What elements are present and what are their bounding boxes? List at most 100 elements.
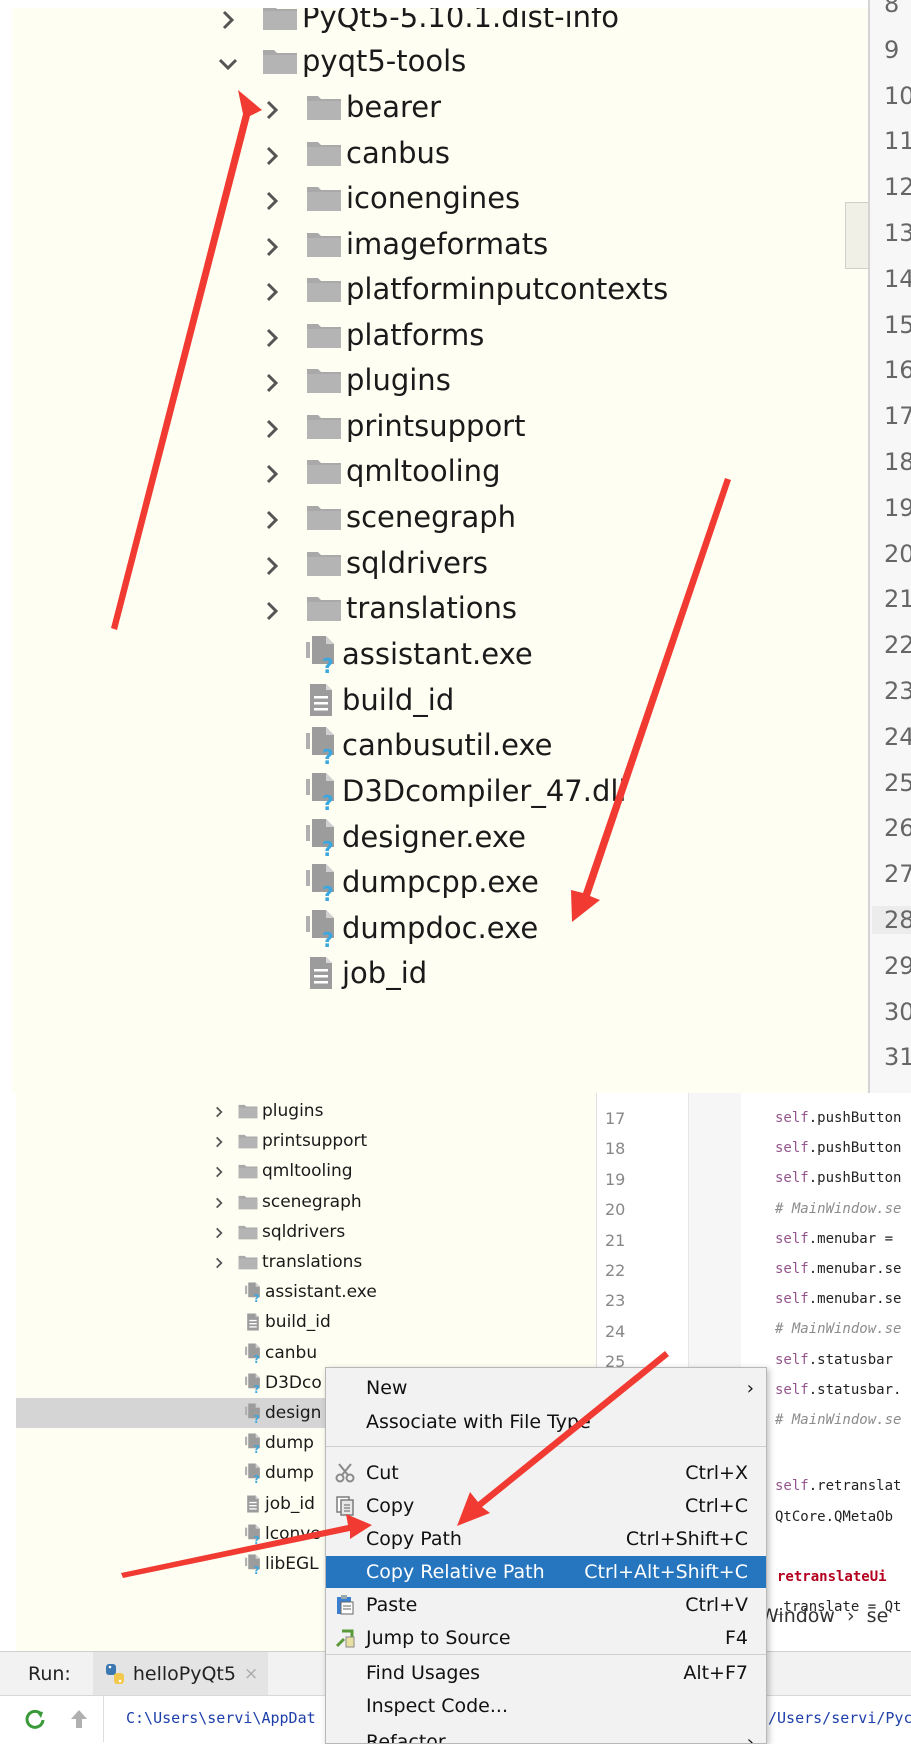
tree-item-d3dcompiler-47-dll[interactable]: ?D3Dcompiler_47.dll <box>304 766 626 816</box>
tree-item-label: platforms <box>346 318 484 352</box>
unknown-file-icon: ? <box>244 1462 262 1484</box>
tree-item-canbu[interactable]: ?canbu <box>16 1338 596 1368</box>
unknown-file-icon: ? <box>244 1523 262 1545</box>
chevron-right-icon[interactable] <box>216 8 240 29</box>
menu-item-refactor[interactable]: Refactor› <box>326 1726 766 1744</box>
line-number: 19 <box>884 494 911 522</box>
chevron-right-icon[interactable] <box>260 368 284 392</box>
chevron-right-icon[interactable] <box>260 95 284 119</box>
line-number: 17 <box>605 1109 625 1128</box>
chevron-right-icon[interactable] <box>212 1134 226 1148</box>
tree-item-translations[interactable]: translations <box>16 1247 596 1277</box>
unknown-file-icon: ? <box>304 862 338 902</box>
line-number: 9 <box>884 36 899 64</box>
tree-item-bearer[interactable]: bearer <box>260 82 441 132</box>
chevron-down-icon[interactable] <box>216 49 240 73</box>
tree-item-canbusutil-exe[interactable]: ?canbusutil.exe <box>304 720 553 770</box>
tree-item-imageformats[interactable]: imageformats <box>260 219 548 269</box>
menu-item-copy-path[interactable]: Copy PathCtrl+Shift+C <box>326 1523 766 1555</box>
folder-icon <box>306 275 342 303</box>
menu-item-paste[interactable]: PasteCtrl+V <box>326 1589 766 1621</box>
unknown-file-icon: ? <box>304 908 338 948</box>
chevron-right-icon[interactable] <box>260 232 284 256</box>
code-line: self.menubar.se <box>775 1291 901 1307</box>
tree-item-job-id[interactable]: job_id <box>304 948 427 998</box>
tree-item-label: canbusutil.exe <box>342 728 553 762</box>
menu-item-associate-with-file-type[interactable]: Associate with File Type <box>326 1406 766 1438</box>
menu-item-inspect-code[interactable]: Inspect Code... <box>326 1690 766 1722</box>
chevron-right-icon[interactable] <box>260 551 284 575</box>
code-line: # MainWindow.se <box>775 1321 901 1337</box>
chevron-right-icon[interactable] <box>260 141 284 165</box>
tree-item-pyqt5-tools[interactable]: pyqt5-tools <box>216 36 466 86</box>
tree-item-build-id[interactable]: build_id <box>16 1307 596 1337</box>
svg-text:?: ? <box>322 654 334 674</box>
tree-item-iconengines[interactable]: iconengines <box>260 173 520 223</box>
menu-item-label: New <box>366 1377 407 1399</box>
folder-icon <box>306 184 342 212</box>
code-line: self.retranslat <box>775 1478 901 1494</box>
tree-item-canbus[interactable]: canbus <box>260 128 450 178</box>
tree-item-qmltooling[interactable]: qmltooling <box>260 446 500 496</box>
scroll-marker[interactable] <box>845 202 868 269</box>
tree-item-label: dumpcpp.exe <box>342 865 539 899</box>
line-number: 31 <box>884 1043 911 1071</box>
tree-item-dumpcpp-exe[interactable]: ?dumpcpp.exe <box>304 857 539 907</box>
tree-item-assistant-exe[interactable]: ?assistant.exe <box>16 1277 596 1307</box>
chevron-right-icon[interactable] <box>260 186 284 210</box>
tree-item-sqldrivers[interactable]: sqldrivers <box>260 538 488 588</box>
tree-item-printsupport[interactable]: printsupport <box>16 1126 596 1156</box>
tree-item-scenegraph[interactable]: scenegraph <box>260 492 516 542</box>
tree-item-dumpdoc-exe[interactable]: ?dumpdoc.exe <box>304 903 538 953</box>
tree-item-platforminputcontexts[interactable]: platforminputcontexts <box>260 264 668 314</box>
tree-item-scenegraph[interactable]: scenegraph <box>16 1187 596 1217</box>
tree-item-plugins[interactable]: plugins <box>16 1096 596 1126</box>
up-arrow-icon[interactable] <box>66 1706 92 1732</box>
chevron-right-icon[interactable] <box>212 1164 226 1178</box>
menu-item-label: Jump to Source <box>366 1627 511 1649</box>
tree-item-plugins[interactable]: plugins <box>260 355 451 405</box>
unknown-file-icon: ? <box>244 1553 262 1575</box>
text-file-icon <box>304 680 338 720</box>
line-number: 25 <box>884 769 911 797</box>
chevron-right-icon[interactable] <box>212 1104 226 1118</box>
tree-item-assistant-exe[interactable]: ?assistant.exe <box>304 629 533 679</box>
tree-item-printsupport[interactable]: printsupport <box>260 401 525 451</box>
chevron-right-icon[interactable] <box>212 1255 226 1269</box>
menu-item-jump-to-source[interactable]: Jump to SourceF4 <box>326 1622 766 1654</box>
chevron-right-icon[interactable] <box>260 459 284 483</box>
chevron-right-icon[interactable] <box>260 323 284 347</box>
svg-text:?: ? <box>254 1535 260 1545</box>
run-tab-close-icon[interactable]: × <box>244 1664 258 1684</box>
tree-item-platforms[interactable]: platforms <box>260 310 484 360</box>
menu-item-cut[interactable]: CutCtrl+X <box>326 1457 766 1489</box>
chevron-right-icon[interactable] <box>260 596 284 620</box>
chevron-right-icon[interactable] <box>260 414 284 438</box>
tree-item-build-id[interactable]: build_id <box>304 675 454 725</box>
output-path-text-right: /Users/servi/Pyc <box>768 1709 911 1727</box>
line-number: 22 <box>605 1261 625 1280</box>
menu-item-new[interactable]: New› <box>326 1372 766 1404</box>
editor-breadcrumb: nWindow › se <box>748 1605 888 1627</box>
code-line: self.pushButton <box>775 1110 901 1126</box>
chevron-right-icon[interactable] <box>260 505 284 529</box>
menu-item-copy-relative-path[interactable]: Copy Relative PathCtrl+Alt+Shift+C <box>326 1556 766 1588</box>
rerun-icon[interactable] <box>22 1706 48 1732</box>
chevron-right-icon[interactable] <box>260 277 284 301</box>
run-tab[interactable]: helloPyQt5 × <box>93 1652 268 1696</box>
tree-item-designer-exe[interactable]: ?designer.exe <box>304 812 526 862</box>
menu-item-find-usages[interactable]: Find UsagesAlt+F7 <box>326 1657 766 1689</box>
menu-item-label: Paste <box>366 1594 417 1616</box>
tree-item-sqldrivers[interactable]: sqldrivers <box>16 1217 596 1247</box>
chevron-right-icon[interactable] <box>212 1225 226 1239</box>
code-line: self.menubar.se <box>775 1261 901 1277</box>
tree-item-translations[interactable]: translations <box>260 583 517 633</box>
tree-item-qmltooling[interactable]: qmltooling <box>16 1156 596 1186</box>
tree-item-label: build_id <box>342 683 454 717</box>
chevron-right-icon[interactable] <box>212 1195 226 1209</box>
line-number: 20 <box>884 540 911 568</box>
menu-item-shortcut: Ctrl+Shift+C <box>626 1528 748 1550</box>
menu-item-copy[interactable]: CopyCtrl+C <box>326 1490 766 1522</box>
unknown-file-icon: ? <box>244 1402 262 1424</box>
breadcrumb-method[interactable]: se <box>867 1605 889 1627</box>
